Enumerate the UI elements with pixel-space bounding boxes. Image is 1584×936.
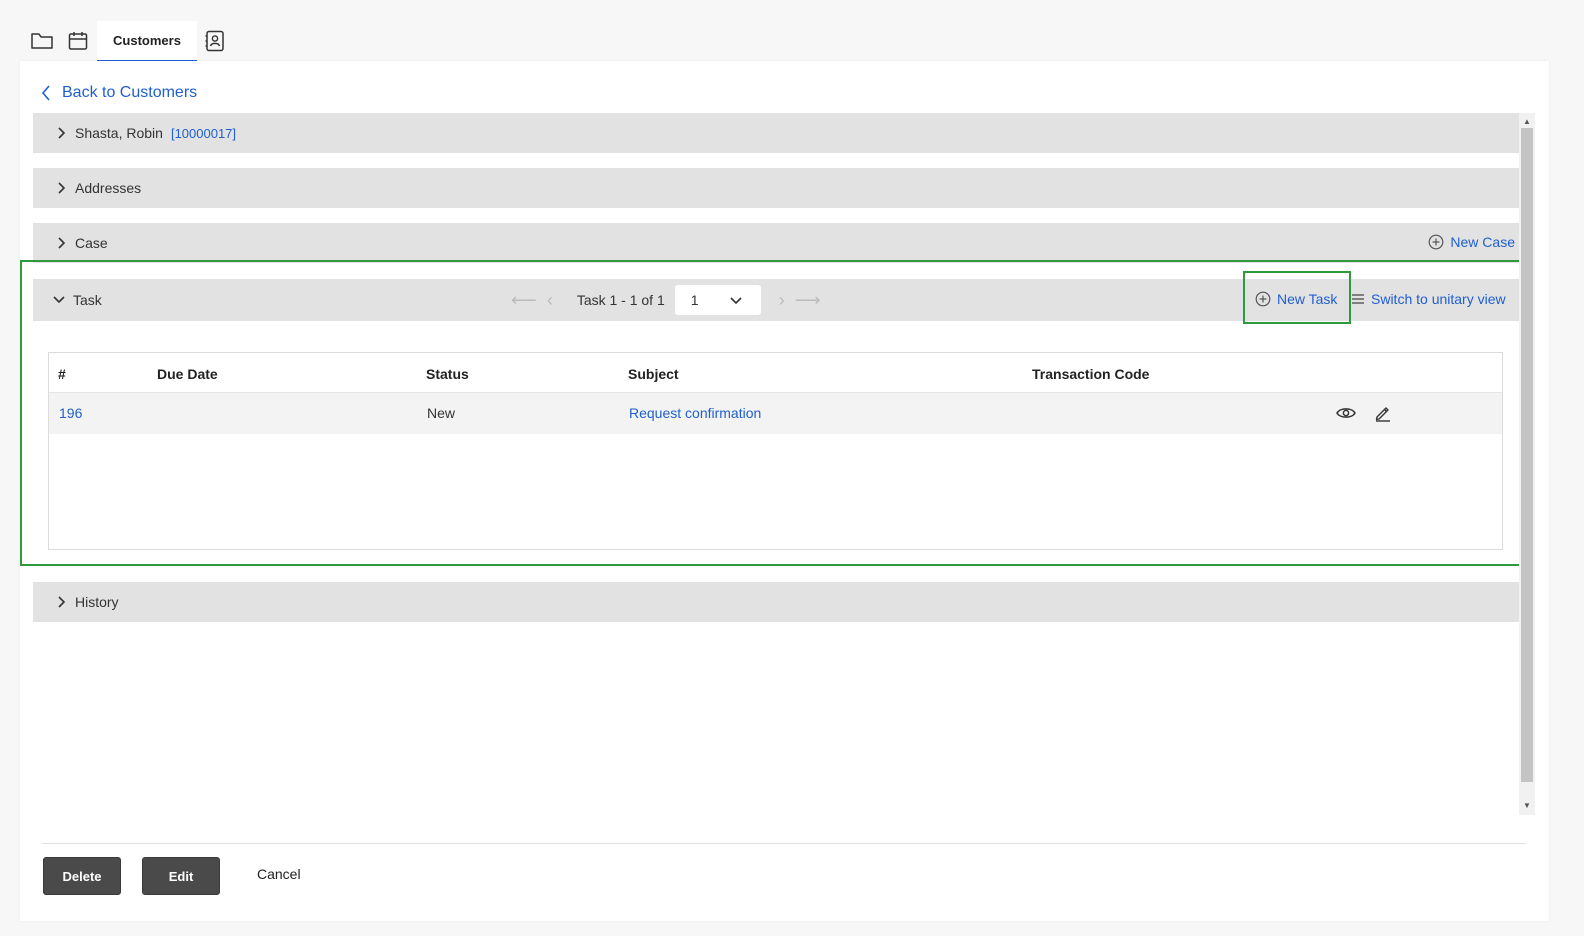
section-history[interactable]: History (33, 582, 1519, 622)
back-to-customers-link[interactable]: Back to Customers (40, 82, 197, 104)
scroll-down-icon[interactable]: ▼ (1519, 798, 1535, 812)
cancel-button[interactable]: Cancel (257, 866, 301, 882)
switch-view-label: Switch to unitary view (1371, 291, 1506, 307)
task-pager: ⟵ ‹ Task 1 - 1 of 1 1 › ⟶ (511, 279, 831, 321)
table-header: # Due Date Status Subject Transaction Co… (49, 353, 1502, 393)
section-addresses[interactable]: Addresses (33, 168, 1519, 208)
chevron-down-icon (730, 296, 742, 304)
customer-name: Shasta, Robin (75, 125, 163, 141)
task-id-link[interactable]: 196 (59, 405, 82, 421)
task-table: # Due Date Status Subject Transaction Co… (48, 352, 1503, 550)
scrollbar-thumb[interactable] (1521, 128, 1533, 782)
new-task-label: New Task (1277, 291, 1338, 307)
chevron-down-icon (51, 292, 67, 308)
view-eye-icon[interactable] (1336, 403, 1356, 423)
pager-text: Task 1 - 1 of 1 (576, 292, 665, 308)
chevron-left-icon (41, 85, 50, 101)
edit-button[interactable]: Edit (142, 857, 220, 895)
section-case[interactable]: Case New Case (33, 223, 1519, 263)
new-case-button[interactable]: New Case (1428, 234, 1515, 250)
section-case-label: Case (75, 235, 108, 251)
last-page-arrow-icon[interactable]: ⟶ (795, 290, 821, 311)
top-nav-bar: Customers (0, 0, 1584, 62)
column-header: # (58, 366, 66, 382)
chevron-right-icon (53, 125, 69, 141)
table-row: 196 New Request confirmation (49, 393, 1502, 434)
prev-page-chevron-icon[interactable]: ‹ (547, 290, 553, 311)
customer-id: [10000017] (170, 125, 237, 141)
cancel-button-label: Cancel (257, 866, 301, 882)
chevron-right-icon (53, 235, 69, 251)
page-select-value: 1 (690, 292, 699, 308)
folder-icon[interactable] (30, 30, 54, 52)
section-task[interactable]: Task ⟵ ‹ Task 1 - 1 of 1 1 › ⟶ New Task … (33, 279, 1519, 321)
column-header: Transaction Code (1032, 366, 1150, 382)
task-status: New (427, 405, 456, 421)
section-addresses-label: Addresses (75, 180, 142, 196)
switch-to-unitary-view-button[interactable]: Switch to unitary view (1351, 291, 1506, 307)
tab-customers[interactable]: Customers (97, 21, 197, 62)
tab-customers-label: Customers (113, 33, 181, 48)
delete-button[interactable]: Delete (43, 857, 121, 895)
section-task-label: Task (73, 292, 102, 308)
scroll-up-icon[interactable]: ▲ (1519, 114, 1535, 128)
edit-button-label: Edit (168, 868, 194, 884)
plus-circle-icon (1255, 291, 1271, 307)
chevron-right-icon (53, 180, 69, 196)
section-history-label: History (75, 594, 119, 610)
section-customer[interactable]: Shasta, Robin [10000017] (33, 113, 1519, 153)
first-page-arrow-icon[interactable]: ⟵ (511, 290, 537, 311)
column-header: Status (426, 366, 469, 382)
list-icon (1352, 294, 1364, 304)
column-header: Due Date (157, 366, 218, 382)
new-case-label: New Case (1450, 234, 1515, 250)
task-subject-link[interactable]: Request confirmation (629, 405, 761, 421)
new-task-button[interactable]: New Task (1255, 291, 1337, 307)
back-link-label: Back to Customers (62, 84, 198, 101)
chevron-right-icon (53, 594, 69, 610)
contact-card-icon[interactable] (203, 30, 227, 52)
delete-button-label: Delete (62, 868, 102, 884)
footer-divider (42, 843, 1526, 844)
plus-circle-icon (1429, 234, 1444, 250)
edit-pencil-icon[interactable] (1373, 403, 1393, 423)
calendar-icon[interactable] (66, 30, 90, 52)
column-header: Subject (628, 366, 679, 382)
next-page-chevron-icon[interactable]: › (779, 290, 785, 311)
page-select[interactable]: 1 (674, 285, 761, 315)
